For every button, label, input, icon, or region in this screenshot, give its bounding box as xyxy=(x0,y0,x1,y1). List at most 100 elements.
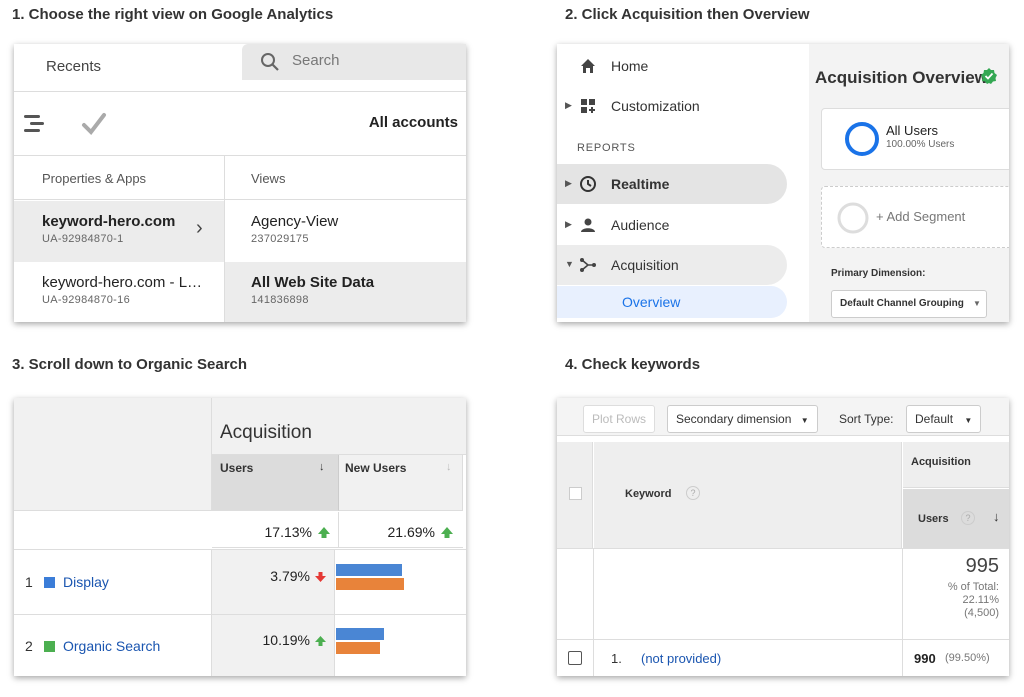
view-id: 237029175 xyxy=(251,233,309,245)
sidebar-item-realtime[interactable]: ▶ Realtime xyxy=(557,164,787,204)
help-icon[interactable]: ? xyxy=(686,486,700,500)
primary-dimension-label: Primary Dimension: xyxy=(831,268,926,279)
account-row: All accounts xyxy=(14,92,466,156)
property-item[interactable]: keyword-hero.com UA-92984870-1 › xyxy=(14,201,224,262)
trend-up-icon xyxy=(441,527,453,538)
sidebar-item-label: Audience xyxy=(611,217,670,233)
dashboard-icon xyxy=(581,99,595,113)
chevron-down-icon: ▼ xyxy=(964,416,973,425)
help-icon[interactable]: ? xyxy=(961,511,975,525)
tab-recents[interactable]: Recents xyxy=(14,44,242,92)
plot-rows-button[interactable]: Plot Rows xyxy=(583,405,656,433)
new-users-column-header[interactable]: New Users ↓ xyxy=(339,455,463,511)
segment-circle-icon xyxy=(845,122,879,156)
column-label: Users xyxy=(220,461,254,475)
users-change-value: 10.19% xyxy=(262,632,310,648)
select-all-checkbox[interactable] xyxy=(569,487,582,500)
property-id: UA-92984870-16 xyxy=(42,294,130,306)
sidebar-item-customization[interactable]: ▶ Customization xyxy=(557,86,787,126)
row-users-percent: (99.50%) xyxy=(945,652,990,664)
add-segment-button[interactable]: + Add Segment xyxy=(821,186,1009,248)
view-item[interactable]: All Web Site Data 141836898 xyxy=(225,262,466,322)
home-icon xyxy=(581,59,595,73)
sidebar-item-label: Acquisition xyxy=(611,257,679,273)
chevron-right-icon: › xyxy=(196,217,203,239)
total-value: 21.69% xyxy=(387,524,435,540)
trend-up-icon xyxy=(318,527,330,538)
channel-link[interactable]: Organic Search xyxy=(63,638,160,654)
new-users-bar xyxy=(336,578,404,590)
step-1-title: 1. Choose the right view on Google Analy… xyxy=(12,6,334,23)
total-value: 17.13% xyxy=(264,524,312,540)
dropdown-value: Default Channel Grouping xyxy=(840,298,964,309)
sidebar-item-label: Customization xyxy=(611,98,700,114)
reports-heading: REPORTS xyxy=(577,142,636,154)
new-users-bar xyxy=(336,642,380,654)
total-absolute: (4,500) xyxy=(964,607,999,619)
users-change-cell: 10.19% xyxy=(212,615,335,676)
sort-type-dropdown[interactable]: Default ▼ xyxy=(906,405,982,433)
select-column-header xyxy=(557,442,593,548)
secondary-dimension-dropdown[interactable]: Secondary dimension ▼ xyxy=(667,405,818,433)
account-picker-panel: Recents Search All accounts Properties &… xyxy=(14,44,466,322)
users-column-header[interactable]: Users ↓ xyxy=(212,455,339,511)
step-2-title: 2. Click Acquisition then Overview xyxy=(565,6,810,23)
users-bar xyxy=(336,564,402,576)
page-title: Acquisition Overview xyxy=(815,68,988,87)
empty-segment-circle-icon xyxy=(837,202,869,234)
view-item[interactable]: Agency-View 237029175 xyxy=(225,201,466,262)
sidebar-item-home[interactable]: Home xyxy=(557,46,787,86)
channel-cell: 1 Display xyxy=(14,550,212,614)
view-name: Agency-View xyxy=(251,213,339,230)
channel-cell: 2 Organic Search xyxy=(14,615,212,676)
column-label: Keyword xyxy=(625,488,672,500)
sidebar-item-label: Home xyxy=(611,58,649,74)
property-item[interactable]: keyword-hero.com - L… UA-92984870-16 xyxy=(14,262,224,322)
group-header-label: Acquisition xyxy=(220,422,312,443)
step-3-title: 3. Scroll down to Organic Search xyxy=(12,356,248,373)
view-name: All Web Site Data xyxy=(251,274,375,291)
segment-card-all-users[interactable]: All Users 100.00% Users xyxy=(821,108,1009,170)
row-number: 2 xyxy=(25,638,33,654)
sort-down-icon: ↓ xyxy=(993,509,1000,524)
users-bar xyxy=(336,628,384,640)
picker-tabs: Recents Search xyxy=(14,44,466,92)
users-column-header[interactable]: Users ? ↓ xyxy=(903,489,1009,548)
caret-right-icon: ▶ xyxy=(565,178,572,188)
dropdown-label: Secondary dimension xyxy=(676,412,792,426)
checkmark-icon xyxy=(82,113,106,136)
views-column-header: Views xyxy=(225,156,466,200)
keyword-link[interactable]: (not provided) xyxy=(641,651,721,666)
row-number: 1. xyxy=(611,651,622,666)
column-label: Users xyxy=(918,513,949,525)
segment-name: All Users xyxy=(886,123,939,138)
channel-color-swatch xyxy=(44,641,55,652)
sidebar-item-audience[interactable]: ▶ Audience xyxy=(557,205,787,245)
all-accounts-label[interactable]: All accounts xyxy=(369,114,458,131)
clock-icon xyxy=(580,176,596,192)
segment-percentage: 100.00% Users xyxy=(886,139,955,150)
channel-link[interactable]: Display xyxy=(63,574,109,590)
report-main: Acquisition Overview All Users 100.00% U… xyxy=(809,44,1009,322)
acquisition-icon xyxy=(580,258,596,272)
row-users-value: 990 xyxy=(914,651,936,666)
dropdown-value: Default xyxy=(915,412,954,426)
trend-down-icon xyxy=(315,572,326,582)
keyword-table-panel: Plot Rows Secondary dimension ▼ Sort Typ… xyxy=(557,398,1009,676)
keyword-column-header[interactable]: Keyword ? xyxy=(594,442,902,548)
row-checkbox[interactable] xyxy=(568,651,582,665)
primary-dimension-dropdown[interactable]: Default Channel Grouping ▼ xyxy=(831,290,987,318)
properties-column-header: Properties & Apps xyxy=(14,156,224,200)
sidebar-item-overview[interactable]: Overview xyxy=(557,286,787,318)
view-id: 141836898 xyxy=(251,294,309,306)
table-row: 1 Display 3.79% xyxy=(14,549,466,614)
caret-right-icon: ▶ xyxy=(565,219,572,229)
search-input[interactable]: Search xyxy=(242,44,466,80)
total-users-value: 995 xyxy=(965,555,999,577)
total-new-users-cell: 21.69% xyxy=(339,512,463,548)
users-change-value: 3.79% xyxy=(270,568,310,584)
sidebar-item-label: Realtime xyxy=(611,176,670,192)
sidebar-item-acquisition[interactable]: ▼ Acquisition xyxy=(557,245,787,285)
acquisition-group-header: Acquisition xyxy=(212,398,466,455)
table-header-blank xyxy=(14,398,212,511)
